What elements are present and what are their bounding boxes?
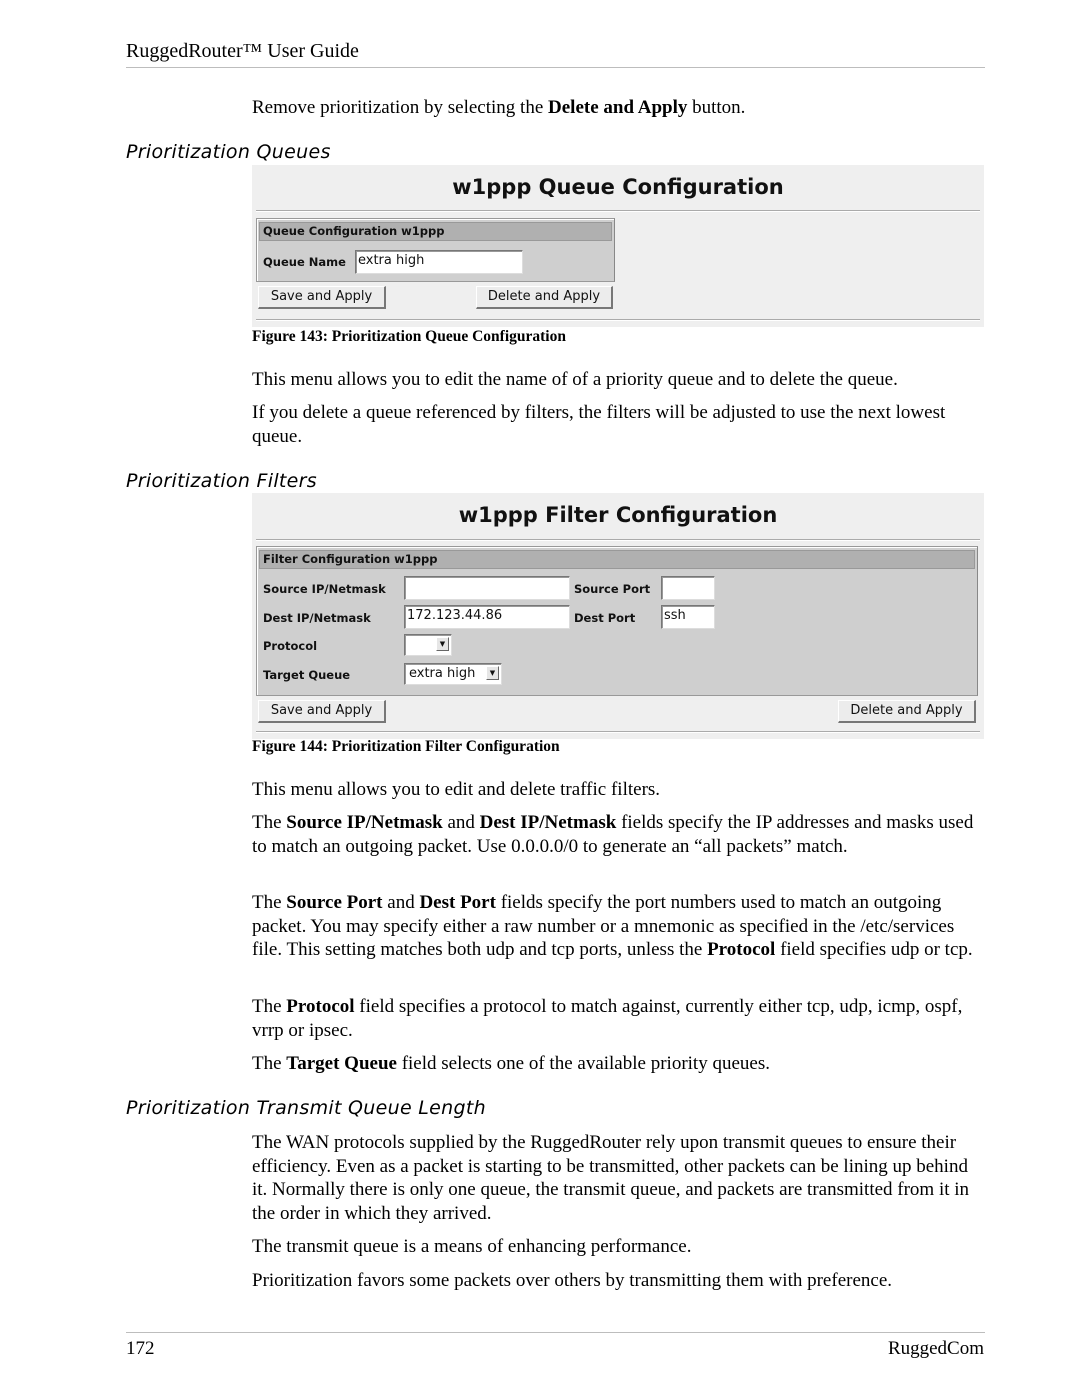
text: The bbox=[252, 892, 287, 913]
filter-config-title: w1ppp Filter Configuration bbox=[458, 503, 778, 527]
queue-config-screenshot: w1ppp Queue Configuration Queue Configur… bbox=[252, 165, 984, 327]
filter-config-screenshot: w1ppp Filter Configuration Filter Config… bbox=[252, 493, 984, 739]
text: The bbox=[252, 996, 287, 1017]
text: and bbox=[382, 892, 420, 913]
queue-name-label: Queue Name bbox=[263, 255, 346, 269]
filters-paragraph-1: This menu allows you to edit and delete … bbox=[252, 779, 661, 800]
source-ip-label: Source IP/Netmask bbox=[263, 582, 386, 596]
filter-config-box-header: Filter Configuration w1ppp bbox=[259, 550, 975, 569]
section-title-queues: Prioritization Queues bbox=[126, 141, 331, 163]
text: field selects one of the available prior… bbox=[396, 1053, 770, 1074]
figure-caption-144: Figure 144: Prioritization Filter Config… bbox=[252, 738, 560, 755]
text: field specifies a protocol to match agai… bbox=[252, 996, 963, 1041]
delete-and-apply-button[interactable]: Delete and Apply bbox=[838, 700, 976, 723]
intro-paragraph: Remove prioritization by selecting the D… bbox=[252, 96, 745, 120]
queue-config-box: Queue Configuration w1ppp Queue Name ext… bbox=[256, 218, 615, 282]
section-title-filters: Prioritization Filters bbox=[126, 470, 317, 492]
transmit-paragraph-1: The WAN protocols supplied by the Rugged… bbox=[252, 1132, 970, 1224]
figure-caption-143: Figure 143: Prioritization Queue Configu… bbox=[252, 328, 566, 345]
queues-paragraph-1: This menu allows you to edit the name of… bbox=[252, 369, 898, 390]
text: The bbox=[252, 1053, 287, 1074]
target-queue-label: Target Queue bbox=[263, 668, 351, 682]
queue-config-title: w1ppp Queue Configuration bbox=[452, 175, 784, 199]
queues-paragraph-2: If you delete a queue referenced by filt… bbox=[252, 402, 946, 447]
target-queue-select[interactable]: extra high ▼ bbox=[404, 663, 502, 685]
bold-term: Target Queue bbox=[286, 1053, 397, 1074]
footer-brand: RuggedCom bbox=[887, 1338, 984, 1359]
dropdown-arrow-icon[interactable]: ▼ bbox=[486, 666, 499, 680]
divider bbox=[256, 319, 980, 321]
bold-term: Protocol bbox=[707, 939, 776, 960]
section-title-transmit: Prioritization Transmit Queue Length bbox=[126, 1097, 486, 1119]
text: and bbox=[442, 812, 480, 833]
save-and-apply-button[interactable]: Save and Apply bbox=[258, 286, 386, 309]
page-number: 172 bbox=[126, 1338, 155, 1359]
dest-ip-label: Dest IP/Netmask bbox=[263, 611, 371, 625]
header-rule bbox=[126, 67, 985, 68]
filters-paragraph-5: The Target Queue field selects one of th… bbox=[252, 1052, 977, 1076]
running-header: RuggedRouter™ User Guide bbox=[126, 40, 359, 62]
intro-bold: Delete and Apply bbox=[548, 97, 688, 118]
footer-rule bbox=[126, 1332, 985, 1333]
filters-paragraph-4: The Protocol field specifies a protocol … bbox=[252, 995, 977, 1042]
protocol-select[interactable]: ▼ bbox=[404, 634, 452, 656]
filters-paragraph-3: The Source Port and Dest Port fields spe… bbox=[252, 891, 977, 962]
filters-paragraph-2: The Source IP/Netmask and Dest IP/Netmas… bbox=[252, 811, 977, 858]
queue-config-box-header: Queue Configuration w1ppp bbox=[259, 222, 612, 241]
source-ip-input[interactable] bbox=[404, 576, 570, 600]
dropdown-arrow-icon[interactable]: ▼ bbox=[436, 637, 449, 651]
dest-port-input[interactable]: ssh bbox=[661, 605, 715, 629]
save-and-apply-button[interactable]: Save and Apply bbox=[258, 700, 386, 723]
bold-term: Dest Port bbox=[419, 892, 496, 913]
protocol-label: Protocol bbox=[263, 639, 318, 653]
transmit-paragraph-2: The transmit queue is a means of enhanci… bbox=[252, 1236, 692, 1257]
dest-ip-input[interactable]: 172.123.44.86 bbox=[404, 605, 570, 629]
bold-term: Source IP/Netmask bbox=[286, 812, 443, 833]
bold-term: Protocol bbox=[286, 996, 355, 1017]
dest-port-label: Dest Port bbox=[574, 611, 636, 625]
transmit-paragraph-3: Prioritization favors some packets over … bbox=[252, 1270, 893, 1291]
divider bbox=[256, 539, 980, 541]
divider bbox=[256, 210, 980, 212]
intro-text-after: button. bbox=[687, 97, 746, 118]
source-port-input[interactable] bbox=[661, 576, 715, 600]
delete-and-apply-button[interactable]: Delete and Apply bbox=[476, 286, 613, 309]
text: field specifies udp or tcp. bbox=[775, 939, 973, 960]
text: The bbox=[252, 812, 287, 833]
divider bbox=[256, 731, 980, 733]
source-port-label: Source Port bbox=[574, 582, 651, 596]
bold-term: Source Port bbox=[286, 892, 383, 913]
intro-text: Remove prioritization by selecting the bbox=[252, 97, 549, 118]
target-queue-select-value: extra high bbox=[409, 666, 476, 681]
filter-config-box: Filter Configuration w1ppp Source IP/Net… bbox=[256, 546, 978, 696]
bold-term: Dest IP/Netmask bbox=[479, 812, 617, 833]
queue-name-input[interactable]: extra high bbox=[355, 250, 523, 274]
